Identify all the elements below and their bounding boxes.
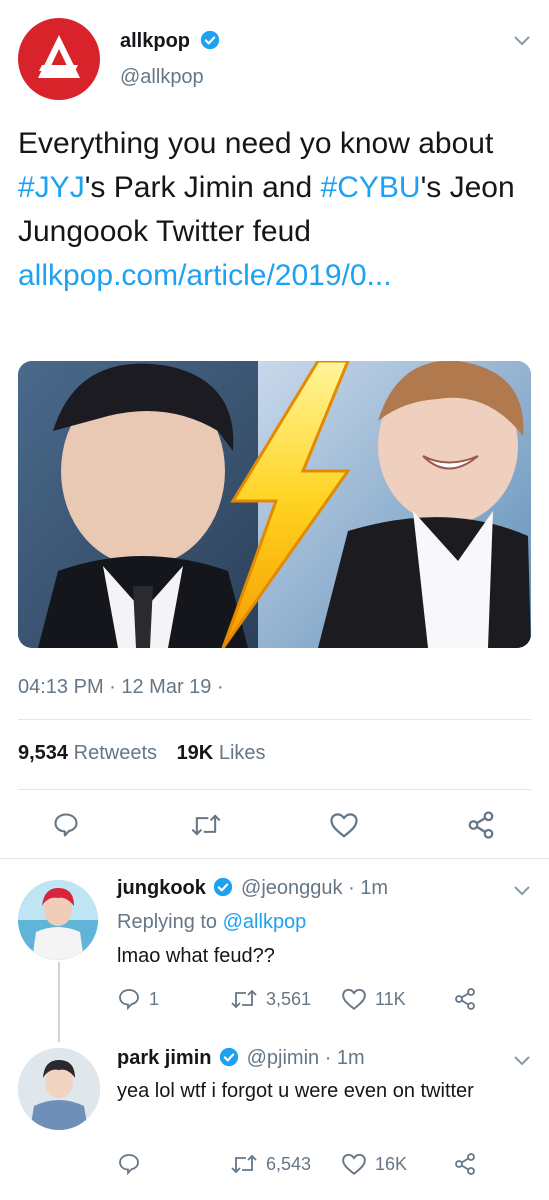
media-image[interactable] bbox=[18, 361, 531, 648]
share-icon[interactable] bbox=[453, 987, 477, 1011]
handle[interactable]: @jeongguk bbox=[241, 877, 342, 899]
reply-action-reply[interactable]: 1 bbox=[117, 987, 159, 1011]
allkpop-logo-icon bbox=[38, 35, 80, 78]
media-illustration bbox=[18, 361, 531, 648]
verified-badge-icon bbox=[200, 30, 219, 50]
retweets-label: Retweets bbox=[73, 742, 157, 764]
retweet-count: 6,543 bbox=[266, 1153, 312, 1174]
tweet-stats: 9,534 Retweets 19K Likes bbox=[18, 742, 266, 765]
likes-label: Likes bbox=[218, 742, 266, 764]
chevron-down-icon[interactable] bbox=[512, 34, 532, 48]
reply-action-retweet[interactable]: 6,543 bbox=[230, 1152, 311, 1176]
reply-text: yea lol wtf i forgot u were even on twit… bbox=[117, 1080, 474, 1102]
thread-line bbox=[58, 962, 60, 1042]
retweet-icon[interactable] bbox=[190, 811, 222, 839]
like-count: 16K bbox=[375, 1153, 408, 1174]
verified-badge-icon bbox=[214, 877, 233, 897]
likes-count: 19K bbox=[176, 742, 214, 764]
verified-badge-icon bbox=[219, 1047, 239, 1067]
avatar[interactable] bbox=[18, 880, 98, 960]
share-icon[interactable] bbox=[453, 1152, 477, 1176]
display-name[interactable]: park jimin bbox=[117, 1047, 211, 1069]
retweets-stat[interactable]: 9,534 Retweets bbox=[18, 742, 157, 764]
likes-stat[interactable]: 19K Likes bbox=[177, 742, 266, 764]
chevron-down-icon[interactable] bbox=[512, 1054, 532, 1068]
chevron-down-icon[interactable] bbox=[512, 884, 532, 898]
replying-to: Replying to @allkpop bbox=[117, 911, 306, 934]
hashtag-link[interactable]: #JYJ bbox=[18, 171, 85, 204]
handle[interactable]: @pjimin bbox=[247, 1047, 320, 1069]
reply-action-retweet[interactable]: 3,561 bbox=[230, 987, 311, 1011]
reply-action-like[interactable]: 16K bbox=[341, 1152, 407, 1176]
like-icon[interactable] bbox=[329, 811, 359, 839]
avatar-photo bbox=[18, 1048, 100, 1130]
reply-icon[interactable] bbox=[117, 1152, 141, 1176]
reply-icon[interactable] bbox=[52, 811, 80, 839]
replying-to-handle[interactable]: @allkpop bbox=[223, 911, 307, 933]
author-row: allkpop bbox=[120, 30, 220, 53]
retweets-count: 9,534 bbox=[18, 742, 69, 764]
reply-icon bbox=[119, 989, 139, 1011]
article-link[interactable]: allkpop.com/article/2019/0... bbox=[18, 259, 392, 292]
reply-count: 1 bbox=[149, 988, 160, 1009]
avatar[interactable] bbox=[18, 18, 100, 100]
reply-header: jungkook @jeongguk · 1m bbox=[117, 877, 388, 900]
tweet-timestamp[interactable]: 04:13 PM · 12 Mar 19 · bbox=[18, 676, 224, 699]
avatar[interactable] bbox=[18, 1048, 100, 1130]
tweet-text-part: Everything you need yo know about bbox=[18, 127, 494, 160]
retweet-icon bbox=[231, 1154, 257, 1174]
like-icon bbox=[342, 988, 366, 1010]
divider bbox=[18, 719, 531, 720]
tweet-text-part: 's Park Jimin and bbox=[84, 171, 321, 204]
reply-action-like[interactable]: 11K bbox=[341, 987, 406, 1011]
handle[interactable]: @allkpop bbox=[120, 66, 204, 89]
display-name[interactable]: allkpop bbox=[120, 30, 190, 52]
divider bbox=[18, 789, 531, 790]
hashtag-link[interactable]: #CYBU bbox=[321, 171, 421, 204]
reply-time: · 1m bbox=[348, 877, 389, 899]
like-icon bbox=[342, 1153, 366, 1175]
divider bbox=[0, 858, 549, 859]
reply-text: lmao what feud?? bbox=[117, 945, 275, 967]
tweet-text: Everything you need yo know about #JYJ's… bbox=[18, 122, 523, 298]
retweet-count: 3,561 bbox=[266, 988, 312, 1009]
avatar-photo bbox=[18, 880, 98, 960]
retweet-icon bbox=[231, 989, 257, 1009]
share-icon[interactable] bbox=[466, 810, 496, 840]
reply-header: park jimin @pjimin · 1m bbox=[117, 1047, 365, 1070]
display-name[interactable]: jungkook bbox=[117, 877, 206, 899]
replying-to-prefix: Replying to bbox=[117, 911, 218, 933]
like-count: 11K bbox=[375, 988, 406, 1009]
reply-time: · 1m bbox=[324, 1047, 365, 1069]
